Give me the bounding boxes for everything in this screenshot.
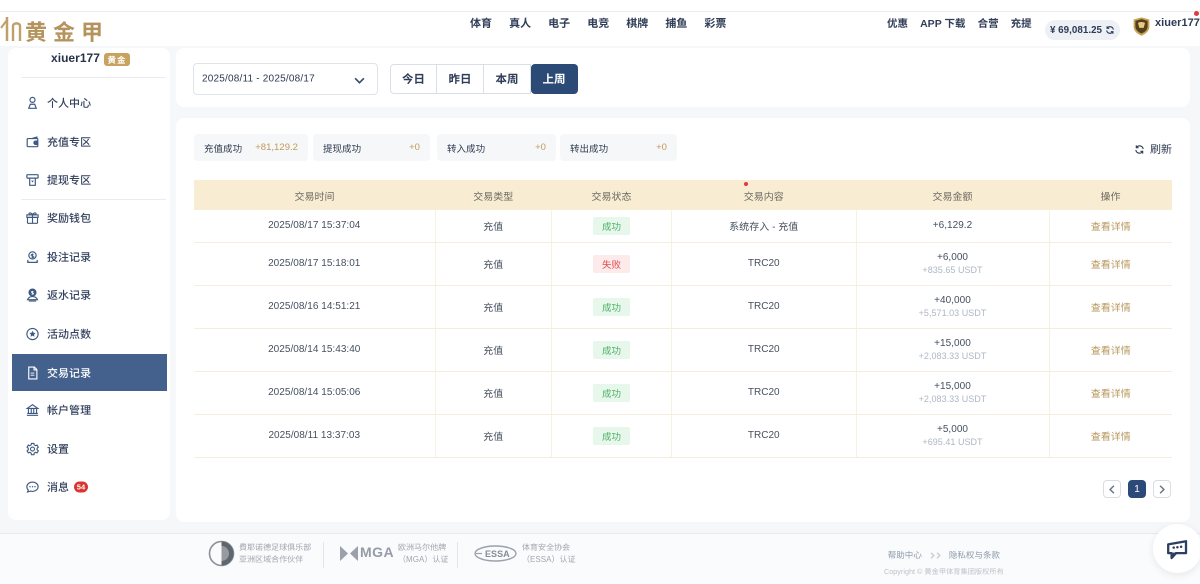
svg-text:ESSA: ESSA <box>485 549 510 559</box>
